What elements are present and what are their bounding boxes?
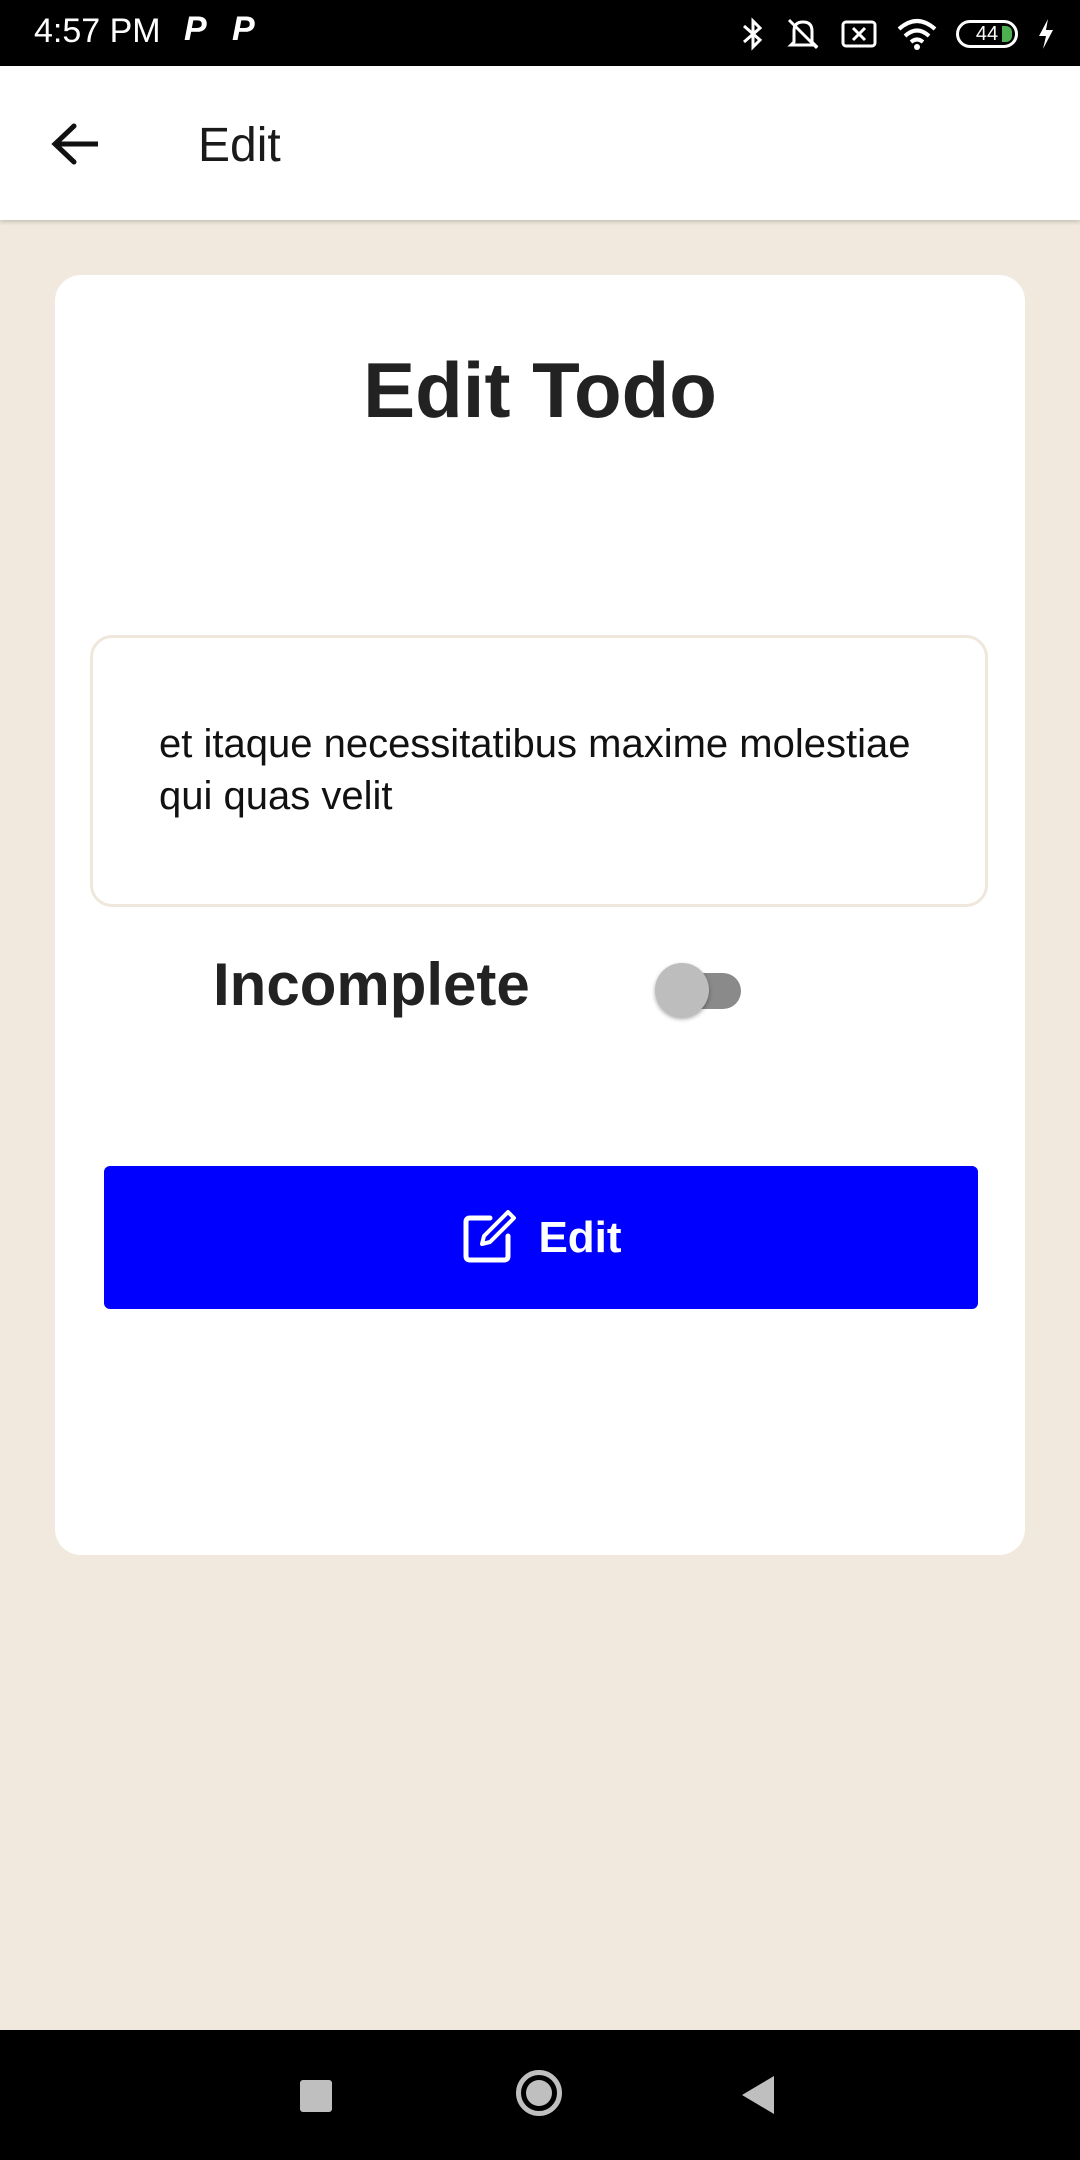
toggle-thumb [655, 963, 709, 1017]
status-icons: 44 [740, 12, 1056, 56]
system-nav-bar [0, 2030, 1080, 2160]
edit-submit-button[interactable]: Edit [104, 1166, 978, 1309]
battery-level: 44 [975, 22, 999, 45]
no-sim-icon [841, 20, 877, 48]
edit-todo-card: Edit Todo et itaque necessitatibus maxim… [55, 275, 1025, 1555]
arrow-left-icon [51, 123, 98, 165]
mute-icon [787, 18, 819, 50]
app-bar: Edit [0, 66, 1080, 220]
notification-p-icon: P [184, 10, 207, 48]
back-icon[interactable] [742, 2076, 774, 2114]
notification-p-icon: P [232, 10, 255, 48]
back-button[interactable] [44, 112, 108, 176]
todo-text-field[interactable]: et itaque necessitatibus maxime molestia… [90, 635, 988, 907]
edit-square-icon [463, 1209, 517, 1262]
completion-toggle[interactable] [645, 955, 785, 1025]
completion-status-label: Incomplete [213, 951, 530, 1018]
wifi-icon [897, 19, 937, 50]
charging-icon [1039, 19, 1053, 49]
edit-button-label: Edit [538, 1212, 622, 1262]
recents-icon[interactable] [300, 2080, 332, 2112]
bluetooth-icon [743, 17, 763, 51]
todo-text-value: et itaque necessitatibus maxime molestia… [159, 722, 911, 818]
status-bar: 4:57 PM P P 44 [0, 0, 1080, 66]
home-icon[interactable] [516, 2070, 562, 2116]
status-time: 4:57 PM [34, 12, 161, 50]
page-title: Edit Todo [363, 346, 717, 434]
battery-icon: 44 [956, 20, 1018, 48]
app-bar-title: Edit [198, 119, 281, 172]
